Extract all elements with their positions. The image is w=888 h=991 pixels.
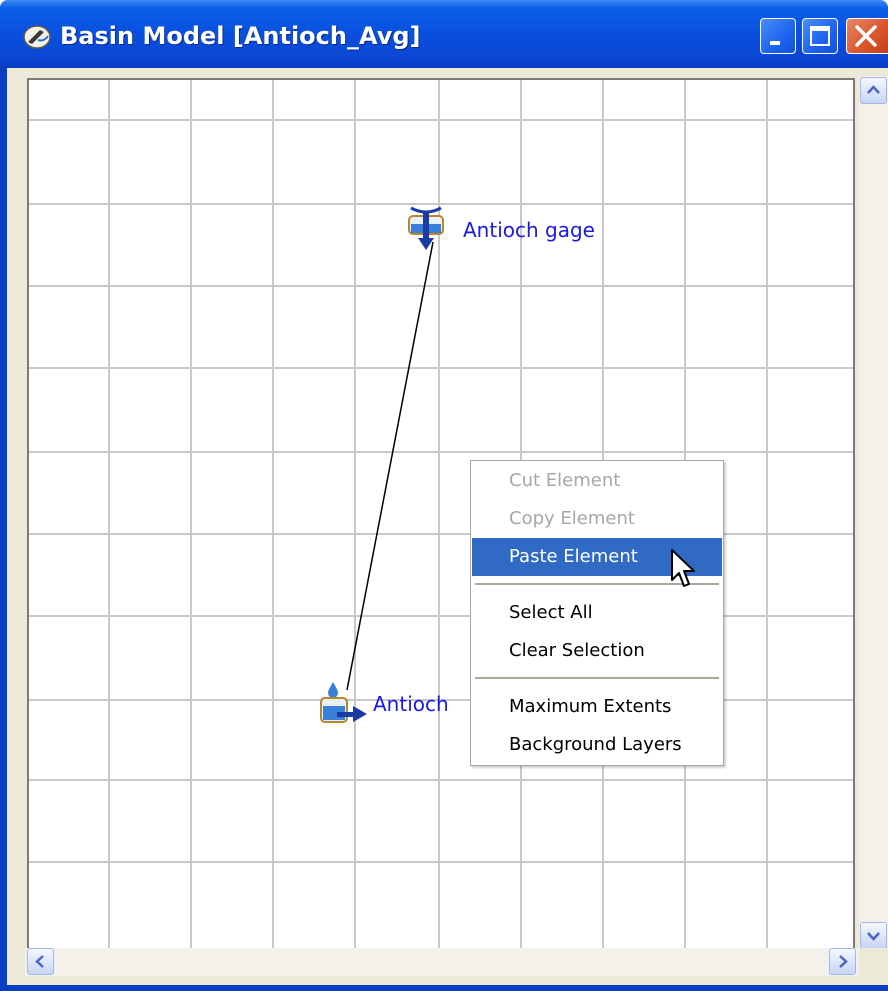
scroll-left-button[interactable] (27, 948, 54, 975)
scroll-down-button[interactable] (860, 922, 887, 949)
vertical-scrollbar[interactable] (859, 76, 888, 956)
menu-item-copy-element[interactable]: Copy Element (472, 500, 722, 538)
connection-line (346, 241, 434, 691)
sink-gage-icon[interactable] (407, 204, 455, 254)
minimize-icon (770, 41, 780, 45)
minimize-button[interactable] (760, 18, 796, 54)
menu-item-select-all[interactable]: Select All (472, 594, 722, 632)
maximize-button[interactable] (802, 18, 838, 54)
close-button[interactable] (846, 18, 888, 54)
basin-map-canvas[interactable]: Antioch gage Antioch (27, 78, 855, 955)
menu-item-background-layers[interactable]: Background Layers (472, 726, 722, 764)
chevron-right-icon (839, 955, 848, 968)
subbasin-icon[interactable] (319, 680, 371, 726)
chevron-down-icon (867, 932, 880, 941)
client-area: Antioch gage Antioch (7, 68, 888, 985)
title-bar[interactable]: Basin Model [Antioch_Avg] (0, 0, 888, 68)
subbasin-label[interactable]: Antioch (373, 692, 449, 716)
sink-label[interactable]: Antioch gage (463, 218, 595, 242)
chevron-left-icon (35, 955, 44, 968)
scroll-up-button[interactable] (860, 77, 887, 104)
scrollbar-corner (859, 948, 888, 976)
menu-separator (475, 677, 719, 679)
menu-item-cut-element[interactable]: Cut Element (472, 462, 722, 500)
window-title: Basin Model [Antioch_Avg] (60, 22, 421, 50)
menu-item-maximum-extents[interactable]: Maximum Extents (472, 688, 722, 726)
context-menu: Cut Element Copy Element Paste Element S… (470, 460, 724, 766)
basin-model-window: Basin Model [Antioch_Avg] Antioch gage A… (0, 0, 888, 991)
scroll-right-button[interactable] (829, 948, 856, 975)
chevron-up-icon (867, 85, 880, 94)
maximize-icon (810, 26, 830, 46)
close-icon (855, 25, 877, 47)
mouse-cursor-icon (671, 549, 695, 587)
menu-item-clear-selection[interactable]: Clear Selection (472, 632, 722, 670)
hec-hms-app-icon (23, 25, 51, 49)
horizontal-scrollbar[interactable] (25, 948, 859, 976)
